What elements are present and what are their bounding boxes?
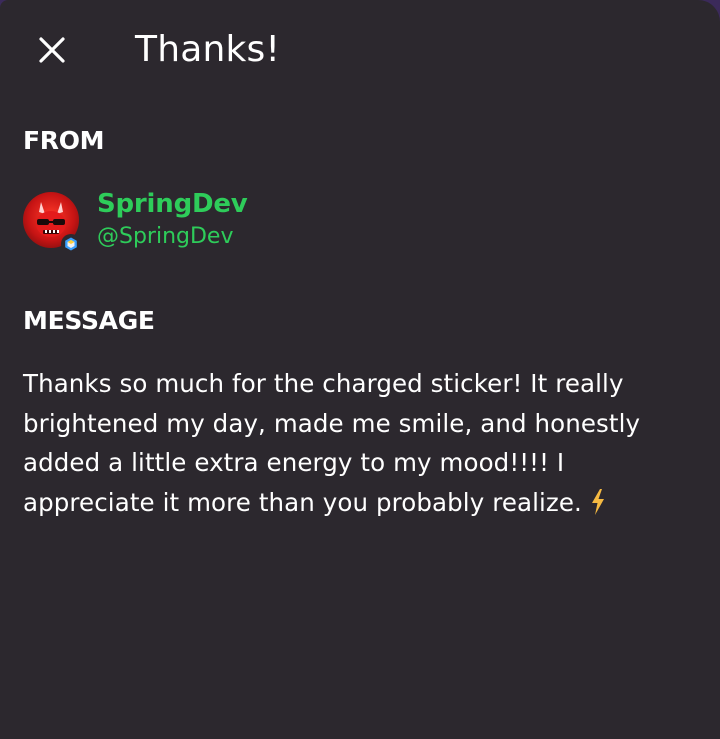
verified-badge (61, 234, 81, 254)
close-icon (39, 37, 65, 63)
sender-profile[interactable]: SpringDev @SpringDev (23, 188, 248, 254)
from-section-label: FROM (23, 126, 105, 155)
message-text: Thanks so much for the charged sticker! … (23, 369, 641, 517)
message-section-label: MESSAGE (23, 306, 155, 335)
header: Thanks! (0, 0, 720, 100)
message-body: Thanks so much for the charged sticker! … (23, 364, 693, 526)
avatar[interactable] (23, 192, 81, 254)
hexagon-badge-icon (65, 237, 77, 251)
close-button[interactable] (30, 28, 74, 72)
sender-display-name[interactable]: SpringDev (97, 188, 248, 220)
sender-text: SpringDev @SpringDev (97, 188, 248, 252)
sender-handle: @SpringDev (97, 224, 234, 249)
thanks-sheet: Thanks! FROM SpringDev @SpringDev MESSAG… (0, 0, 720, 739)
lightning-bolt-icon (590, 487, 606, 527)
page-title: Thanks! (135, 29, 281, 70)
